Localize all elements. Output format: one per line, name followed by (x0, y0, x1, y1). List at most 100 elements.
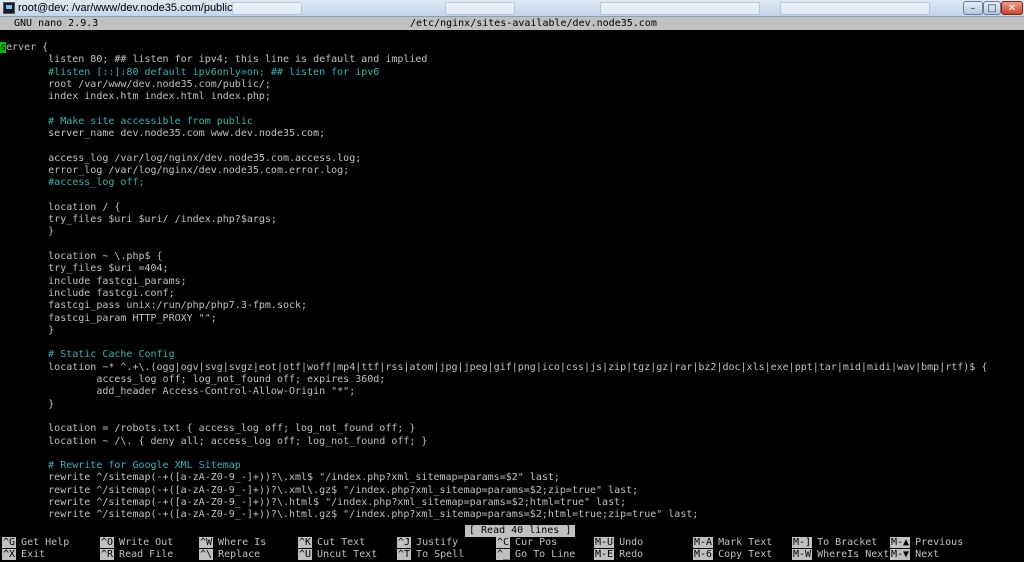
shortcut-write-out[interactable]: ^O Write Out (100, 537, 173, 549)
code-line: add_header Access-Control-Allow-Origin "… (0, 386, 1024, 398)
code-line: index index.htm index.html index.php; (0, 91, 1024, 103)
code-line-text: # Static Cache Config (0, 349, 175, 361)
code-line: rewrite ^/sitemap(-+([a-zA-Z0-9_-]+))?\.… (0, 472, 1024, 484)
shortcut-key: ^X (2, 549, 17, 560)
code-line: location / { (0, 202, 1024, 214)
shortcut-redo[interactable]: M-E Redo (594, 549, 643, 561)
code-line-text: location ~ /\. { deny all; access_log of… (0, 435, 428, 447)
code-line-text: error_log /var/log/nginx/dev.node35.com.… (0, 164, 350, 176)
minimize-button[interactable]: – (963, 1, 983, 15)
shortcut-label: Go To Line (515, 549, 576, 560)
code-line-text: rewrite ^/sitemap(-+([a-zA-Z0-9_-]+))?\.… (0, 484, 639, 496)
code-line-text: } (0, 324, 55, 336)
code-line: location = /robots.txt { access_log off;… (0, 423, 1024, 435)
shortcut-go-to-line[interactable]: ^_ Go To Line (496, 549, 575, 561)
shortcut-label: Exit (21, 549, 46, 560)
shortcut-replace[interactable]: ^\ Replace (199, 549, 260, 561)
code-line-text: erver { (6, 42, 49, 53)
code-line-text: #access_log off; (0, 177, 145, 189)
code-line: error_log /var/log/nginx/dev.node35.com.… (0, 165, 1024, 177)
shortcut-copy-text[interactable]: M-6 Copy Text (693, 549, 772, 561)
editor-area[interactable]: server { listen 80; ## listen for ipv4; … (0, 42, 1024, 522)
code-line: root /var/www/dev.node35.com/public/; (0, 79, 1024, 91)
code-comment-line: # Make site accessible from public (0, 116, 1024, 128)
code-comment-line: #access_log off; (0, 177, 1024, 189)
file-path: /etc/nginx/sites-available/dev.node35.co… (410, 18, 657, 29)
code-line: include fastcgi_params; (0, 276, 1024, 288)
maximize-button[interactable]: □ (983, 1, 1001, 15)
code-line: fastcgi_pass unix:/run/php/php7.3-fpm.so… (0, 300, 1024, 312)
shortcut-cur-pos[interactable]: ^C Cur Pos (496, 537, 557, 549)
code-line: location ~ /\. { deny all; access_log of… (0, 436, 1024, 448)
shortcut-whereis-next[interactable]: M-W WhereIs Next (792, 549, 889, 561)
background-tab-ghost (445, 2, 515, 15)
shortcut-to-bracket[interactable]: M-] To Bracket (792, 537, 877, 549)
status-message: [ Read 40 lines ] (465, 525, 576, 537)
code-line-text: location = /robots.txt { access_log off;… (0, 423, 416, 435)
shortcut-label: Uncut Text (317, 549, 378, 560)
shortcut-read-file[interactable]: ^R Read File (100, 549, 173, 561)
shortcut-label: Write Out (119, 537, 174, 548)
shortcut-undo[interactable]: M-U Undo (594, 537, 643, 549)
window-title: root@dev: /var/www/dev.node35.com/public (18, 2, 233, 14)
code-line: listen 80; ## listen for ipv4; this line… (0, 54, 1024, 66)
code-line-text: #listen [::]:80 default ipv6only=on; ## … (0, 66, 380, 78)
close-icon: ✕ (1007, 2, 1017, 14)
shortcut-key: ^O (100, 537, 115, 548)
shortcut-mark-text[interactable]: M-A Mark Text (693, 537, 772, 549)
shortcut-label: Cur Pos (515, 537, 558, 548)
code-line-text: root /var/www/dev.node35.com/public/; (0, 78, 271, 90)
shortcut-cut-text[interactable]: ^K Cut Text (298, 537, 365, 549)
code-line-text: # Make site accessible from public (0, 115, 253, 127)
nano-version: GNU nano 2.9.3 (14, 18, 99, 29)
shortcut-uncut-text[interactable]: ^U Uncut Text (298, 549, 377, 561)
shortcut-key: ^J (397, 537, 412, 548)
terminal-icon (3, 2, 15, 14)
shortcut-label: Next (915, 549, 940, 560)
code-line: location ~ \.php$ { (0, 251, 1024, 263)
shortcut-to-spell[interactable]: ^T To Spell (397, 549, 464, 561)
code-comment-line: #listen [::]:80 default ipv6only=on; ## … (0, 67, 1024, 79)
background-tab-ghost (780, 2, 930, 15)
shortcut-label: Read File (119, 549, 174, 560)
shortcut-exit[interactable]: ^X Exit (2, 549, 45, 561)
shortcut-label: Mark Text (718, 537, 773, 548)
shortcut-key: M-6 (693, 549, 714, 560)
code-line-text: index index.htm index.html index.php; (0, 91, 271, 103)
code-line-text: access_log off; log_not_found off; expir… (0, 374, 386, 386)
shortcut-previous[interactable]: M-▲ Previous (890, 537, 963, 549)
code-line-text: try_files $uri =404; (0, 263, 169, 275)
code-line-text: location / { (0, 201, 121, 213)
code-comment-line: # Static Cache Config (0, 349, 1024, 361)
window-titlebar[interactable]: root@dev: /var/www/dev.node35.com/public… (0, 0, 1024, 17)
shortcut-label: Replace (218, 549, 261, 560)
shortcut-key: M-▼ (890, 549, 911, 560)
code-line-text: } (0, 398, 55, 410)
shortcut-key: ^G (2, 537, 17, 548)
shortcut-key: M-A (693, 537, 714, 548)
shortcut-label: To Bracket (817, 537, 878, 548)
code-line-text: location ~* ^.+\.(ogg|ogv|svg|svgz|eot|o… (0, 361, 988, 373)
code-line-text: rewrite ^/sitemap(-+([a-zA-Z0-9_-]+))?\.… (0, 472, 560, 484)
code-line-text: add_header Access-Control-Allow-Origin "… (0, 386, 356, 398)
shortcut-justify[interactable]: ^J Justify (397, 537, 458, 549)
code-line-text: server_name dev.node35.com www.dev.node3… (0, 128, 326, 140)
code-line: rewrite ^/sitemap(-+([a-zA-Z0-9_-]+))?\.… (0, 497, 1024, 509)
shortcut-label: Redo (619, 549, 644, 560)
shortcut-key: M-U (594, 537, 615, 548)
code-line: fastcgi_param HTTP_PROXY ""; (0, 313, 1024, 325)
code-line: rewrite ^/sitemap(-+([a-zA-Z0-9_-]+))?\.… (0, 509, 1024, 521)
code-line: try_files $uri =404; (0, 263, 1024, 275)
shortcut-get-help[interactable]: ^G Get Help (2, 537, 69, 549)
shortcut-where-is[interactable]: ^W Where Is (199, 537, 266, 549)
shortcut-label: To Spell (416, 549, 465, 560)
close-button[interactable]: ✕ (1001, 1, 1023, 15)
shortcut-next[interactable]: M-▼ Next (890, 549, 939, 561)
code-line: include fastcgi.conf; (0, 288, 1024, 300)
shortcut-key: ^\ (199, 549, 214, 560)
